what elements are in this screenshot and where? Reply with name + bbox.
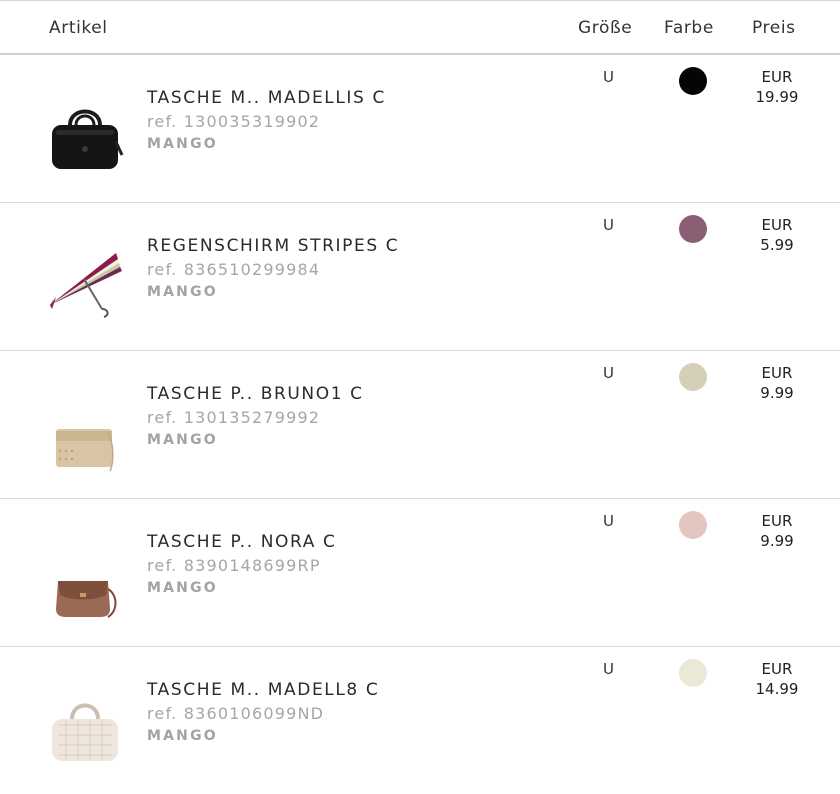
item-currency: EUR xyxy=(761,68,793,86)
item-brand: MANGO xyxy=(147,432,218,448)
item-price: 9.99 xyxy=(760,384,794,402)
item-price: 14.99 xyxy=(755,680,799,698)
cream-quilted-bag-icon[interactable] xyxy=(44,689,126,769)
brown-saddle-bag-icon[interactable] xyxy=(44,561,126,641)
item-currency: EUR xyxy=(761,660,793,678)
cart-item-row: TASCHE P.. NORA C ref. 8390148699RP MANG… xyxy=(0,499,840,647)
item-ref: ref. 836510299984 xyxy=(147,260,321,279)
item-ref: ref. 8360106099ND xyxy=(147,704,325,723)
cart-item-row: TASCHE M.. MADELL8 C ref. 8360106099ND M… xyxy=(0,647,840,794)
shopping-cart: Artikel Größe Farbe Preis TASCHE M.. MAD… xyxy=(0,0,840,790)
item-brand: MANGO xyxy=(147,284,218,300)
striped-umbrella-icon[interactable] xyxy=(44,243,126,323)
item-name[interactable]: TASCHE P.. BRUNO1 C xyxy=(147,384,364,404)
item-size: U xyxy=(603,364,614,382)
cart-item-row: TASCHE M.. MADELLIS C ref. 130035319902 … xyxy=(0,55,840,203)
item-ref: ref. 8390148699RP xyxy=(147,556,321,575)
item-ref: ref. 130035319902 xyxy=(147,112,321,131)
color-swatch xyxy=(679,215,707,243)
item-price: 9.99 xyxy=(760,532,794,550)
item-size: U xyxy=(603,660,614,678)
item-size: U xyxy=(603,216,614,234)
item-name[interactable]: TASCHE M.. MADELLIS C xyxy=(147,88,386,108)
color-swatch xyxy=(679,511,707,539)
item-currency: EUR xyxy=(761,512,793,530)
column-header-farbe: Farbe xyxy=(664,18,714,38)
column-header-groesse: Größe xyxy=(578,18,633,38)
item-currency: EUR xyxy=(761,364,793,382)
item-brand: MANGO xyxy=(147,580,218,596)
column-header-artikel: Artikel xyxy=(49,18,108,38)
item-currency: EUR xyxy=(761,216,793,234)
black-handbag-icon[interactable] xyxy=(44,97,126,177)
cart-header: Artikel Größe Farbe Preis xyxy=(0,1,840,55)
item-brand: MANGO xyxy=(147,728,218,744)
color-swatch xyxy=(679,363,707,391)
item-ref: ref. 130135279992 xyxy=(147,408,321,427)
color-swatch xyxy=(679,67,707,95)
item-brand: MANGO xyxy=(147,136,218,152)
item-name[interactable]: REGENSCHIRM STRIPES C xyxy=(147,236,399,256)
cart-item-row: TASCHE P.. BRUNO1 C ref. 130135279992 MA… xyxy=(0,351,840,499)
item-size: U xyxy=(603,512,614,530)
beige-clutch-icon[interactable] xyxy=(44,413,126,493)
item-name[interactable]: TASCHE M.. MADELL8 C xyxy=(147,680,379,700)
item-name[interactable]: TASCHE P.. NORA C xyxy=(147,532,336,552)
color-swatch xyxy=(679,659,707,687)
item-size: U xyxy=(603,68,614,86)
cart-item-row: REGENSCHIRM STRIPES C ref. 836510299984 … xyxy=(0,203,840,351)
item-price: 19.99 xyxy=(755,88,799,106)
column-header-preis: Preis xyxy=(752,18,796,38)
item-price: 5.99 xyxy=(760,236,794,254)
